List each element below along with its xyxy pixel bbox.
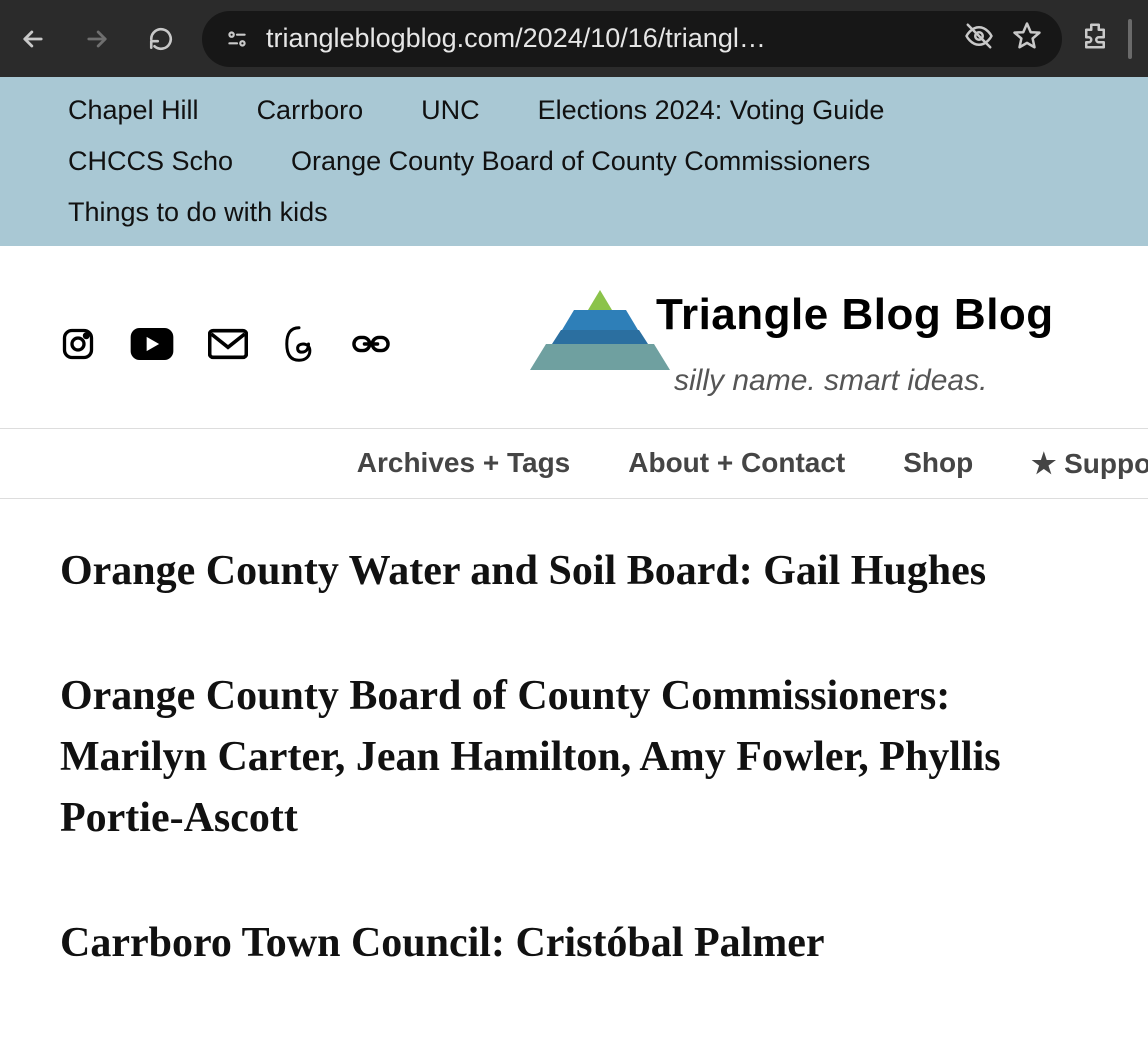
top-nav-link[interactable]: CHCCS Scho: [68, 146, 233, 177]
top-nav-link[interactable]: Orange County Board of County Commission…: [291, 146, 870, 177]
article-heading: Orange County Water and Soil Board: Gail…: [60, 541, 1088, 602]
top-nav-link[interactable]: Chapel Hill: [68, 95, 199, 126]
social-icons: [60, 325, 392, 363]
divider: [1128, 19, 1132, 59]
address-bar[interactable]: triangleblogblog.com/2024/10/16/triangl…: [202, 11, 1062, 67]
star-icon[interactable]: [1012, 21, 1042, 56]
site-tagline: silly name. smart ideas.: [674, 364, 1054, 398]
secondary-nav-link[interactable]: ★ Suppo: [1031, 447, 1148, 480]
extensions-icon[interactable]: [1080, 21, 1110, 56]
youtube-icon[interactable]: [130, 328, 174, 360]
reload-button[interactable]: [138, 16, 184, 62]
top-nav-link[interactable]: UNC: [421, 95, 480, 126]
secondary-nav-link[interactable]: Shop: [903, 447, 973, 480]
top-nav-link[interactable]: Elections 2024: Voting Guide: [538, 95, 885, 126]
site-title: Triangle Blog Blog: [656, 290, 1054, 340]
instagram-icon[interactable]: [60, 326, 96, 362]
article-heading: Carrboro Town Council: Cristóbal Palmer: [60, 913, 1088, 974]
link-icon[interactable]: [350, 332, 392, 356]
top-nav-link[interactable]: Carrboro: [257, 95, 364, 126]
site-logo-block[interactable]: Triangle Blog Blog silly name. smart ide…: [552, 290, 1054, 398]
back-button[interactable]: [10, 16, 56, 62]
mail-icon[interactable]: [208, 328, 248, 360]
secondary-nav: Archives + Tags About + Contact Shop ★ S…: [0, 428, 1148, 499]
article-body: Orange County Water and Soil Board: Gail…: [0, 499, 1148, 1015]
threads-icon[interactable]: [282, 325, 316, 363]
top-nav-link[interactable]: Things to do with kids: [68, 197, 328, 228]
browser-toolbar: triangleblogblog.com/2024/10/16/triangl…: [0, 0, 1148, 77]
article-heading: Orange County Board of County Commission…: [60, 666, 1088, 849]
site-header: Triangle Blog Blog silly name. smart ide…: [0, 246, 1148, 428]
secondary-nav-link[interactable]: Archives + Tags: [357, 447, 570, 480]
site-settings-icon[interactable]: [222, 24, 252, 54]
secondary-nav-link[interactable]: About + Contact: [628, 447, 845, 480]
triangle-logo-icon: [552, 290, 648, 370]
url-text: triangleblogblog.com/2024/10/16/triangl…: [266, 23, 950, 54]
forward-button[interactable]: [74, 16, 120, 62]
eye-off-icon[interactable]: [964, 21, 994, 56]
top-nav: Chapel Hill Carrboro UNC Elections 2024:…: [0, 77, 1148, 246]
